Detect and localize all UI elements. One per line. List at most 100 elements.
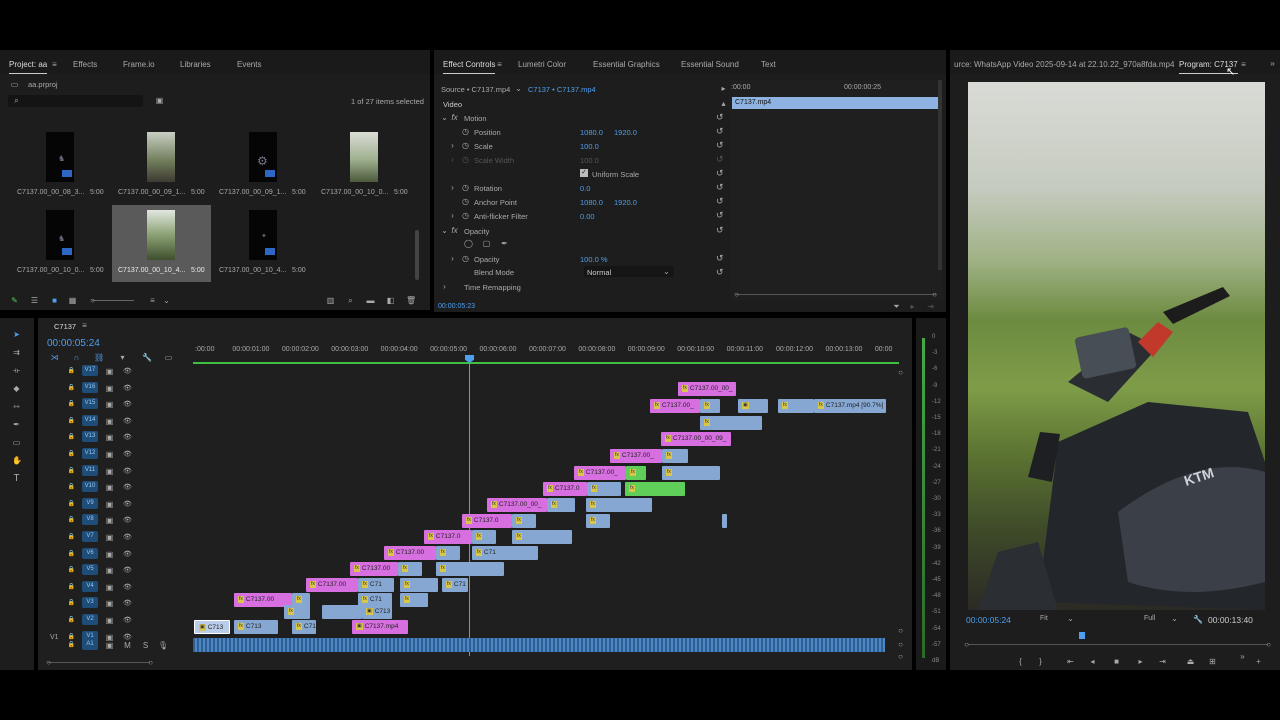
- audio-clip[interactable]: [193, 638, 885, 652]
- pen-tool-icon[interactable]: ✒: [12, 420, 21, 429]
- timeline-clip[interactable]: fx C7137.00: [384, 546, 436, 560]
- eye-icon[interactable]: 👁: [123, 550, 132, 559]
- track-target[interactable]: V17: [82, 365, 98, 376]
- timeline-clip[interactable]: fx: [472, 530, 496, 544]
- menu-icon[interactable]: ≡: [50, 60, 59, 69]
- sync-lock-icon[interactable]: ▣: [105, 516, 114, 525]
- mark-out-icon[interactable]: }: [1036, 657, 1045, 666]
- chevron-down-icon[interactable]: ⌄: [162, 296, 171, 305]
- eye-icon[interactable]: 👁: [123, 533, 132, 542]
- zoom-slider-handle[interactable]: ○: [88, 296, 97, 305]
- stop-icon[interactable]: ■: [1112, 657, 1121, 666]
- sync-lock-icon[interactable]: ▣: [105, 641, 114, 650]
- lock-icon[interactable]: 🔒: [67, 483, 76, 492]
- expand-icon[interactable]: ›: [440, 282, 449, 291]
- timeline-clip[interactable]: fx: [586, 498, 652, 512]
- lock-icon[interactable]: 🔒: [67, 583, 76, 592]
- menu-icon[interactable]: ≡: [1239, 60, 1248, 69]
- reset-icon[interactable]: ↺: [716, 226, 725, 235]
- reset-icon[interactable]: ↺: [716, 183, 725, 192]
- timeline-clip[interactable]: fx: [436, 546, 460, 560]
- timeline-clip[interactable]: fx: [662, 449, 688, 463]
- go-to-out-icon[interactable]: ⇥: [1158, 657, 1167, 666]
- eye-icon[interactable]: 👁: [123, 616, 132, 625]
- new-item-icon[interactable]: ◧: [386, 296, 395, 305]
- sync-lock-icon[interactable]: ▣: [105, 616, 114, 625]
- sync-lock-icon[interactable]: ▣: [105, 599, 114, 608]
- timeline-clip[interactable]: fx C7137.00: [350, 562, 398, 576]
- scroll-up-icon[interactable]: ▴: [719, 99, 728, 108]
- track-target[interactable]: V9: [82, 497, 98, 509]
- timeline-clip[interactable]: fx C71: [292, 620, 316, 634]
- timeline-clip[interactable]: fx: [284, 605, 310, 619]
- track-target[interactable]: V15: [82, 398, 98, 410]
- track-target[interactable]: V12: [82, 448, 98, 459]
- eye-icon[interactable]: 👁: [123, 367, 132, 376]
- ec-scroll-v[interactable]: [938, 80, 942, 270]
- tab-events[interactable]: Events: [237, 60, 261, 69]
- new-bin-icon[interactable]: ▬: [366, 296, 375, 305]
- position-x-value[interactable]: 1080.0: [580, 128, 603, 137]
- timeline-clip[interactable]: fx: [400, 578, 438, 592]
- lock-icon[interactable]: 🔒: [67, 533, 76, 542]
- timeline-clip[interactable]: [722, 514, 727, 528]
- h-scrollbar[interactable]: [48, 662, 150, 663]
- track-target[interactable]: V2: [82, 614, 98, 625]
- eye-icon[interactable]: 👁: [123, 500, 132, 509]
- mark-in-icon[interactable]: {: [1016, 657, 1025, 666]
- ellipse-mask-icon[interactable]: ◯: [464, 239, 473, 248]
- lock-icon[interactable]: 🔒: [67, 400, 76, 409]
- tab-effect-controls[interactable]: Effect Controls: [443, 60, 496, 74]
- timeline-clip[interactable]: fx: [512, 530, 572, 544]
- ec-scrollbar[interactable]: [736, 294, 936, 295]
- opacity-value[interactable]: 100.0 %: [580, 255, 608, 264]
- nest-icon[interactable]: ⋊: [50, 353, 59, 362]
- eye-icon[interactable]: 👁: [123, 583, 132, 592]
- tab-project[interactable]: Project: aa: [9, 60, 48, 74]
- reset-icon[interactable]: ↺: [716, 197, 725, 206]
- list-view-icon[interactable]: ☰: [30, 296, 39, 305]
- track-target[interactable]: V8: [82, 514, 98, 526]
- sync-lock-icon[interactable]: ▣: [105, 384, 114, 393]
- sync-lock-icon[interactable]: ▣: [105, 417, 114, 426]
- timeline-clip[interactable]: fx: [547, 498, 575, 512]
- clip-thumbnail[interactable]: ✦: [249, 210, 277, 260]
- razor-tool-icon[interactable]: ◆: [12, 384, 21, 393]
- timeline-clip[interactable]: fx C7137.0: [424, 530, 472, 544]
- collapse-icon[interactable]: ⌄: [440, 113, 449, 122]
- tab-effects[interactable]: Effects: [73, 60, 97, 69]
- zoom-slider[interactable]: [92, 300, 134, 301]
- lock-icon[interactable]: 🔒: [67, 433, 76, 442]
- clip-thumbnail[interactable]: ♞: [46, 210, 74, 260]
- clip-thumbnail[interactable]: ♞: [46, 132, 74, 182]
- linked-selection-icon[interactable]: ⛓: [94, 353, 104, 362]
- timeline-clip[interactable]: fx: [700, 399, 720, 413]
- expand-icon[interactable]: ›: [448, 211, 457, 220]
- timeline-clip[interactable]: fx C7137.00: [306, 578, 358, 592]
- sync-lock-icon[interactable]: ▣: [105, 400, 114, 409]
- program-video-frame[interactable]: KTM: [968, 82, 1265, 610]
- sequence-tab[interactable]: C7137: [54, 322, 76, 331]
- automate-sequence-icon[interactable]: ▥: [326, 296, 335, 305]
- zoom-handle-right[interactable]: ○: [1264, 640, 1273, 649]
- timeline-clip[interactable]: fx C7137.00_00_: [487, 498, 547, 512]
- v-scroll-handle[interactable]: ○: [896, 626, 905, 635]
- timeline-clip[interactable]: [322, 605, 362, 619]
- time-ruler[interactable]: :00:00 00:00:01:00 00:00:02:00 00:00:03:00 0…: [193, 344, 903, 362]
- tab-libraries[interactable]: Libraries: [180, 60, 211, 69]
- find-icon[interactable]: ⌕: [346, 296, 355, 305]
- mute-button[interactable]: M: [123, 641, 132, 650]
- eye-icon[interactable]: 👁: [123, 566, 132, 575]
- fit-dropdown[interactable]: Fit ⌄: [1038, 614, 1078, 625]
- v-scroll-handle[interactable]: ○: [896, 368, 905, 377]
- reset-icon[interactable]: ↺: [716, 268, 725, 277]
- solo-button[interactable]: S: [141, 641, 150, 650]
- eye-icon[interactable]: 👁: [123, 516, 132, 525]
- tab-frameio[interactable]: Frame.io: [123, 60, 155, 69]
- lock-icon[interactable]: 🔒: [67, 384, 76, 393]
- menu-icon[interactable]: ≡: [495, 60, 504, 69]
- tab-lumetri-color[interactable]: Lumetri Color: [518, 60, 566, 69]
- filter-icon[interactable]: ⏷: [892, 302, 901, 311]
- lock-icon[interactable]: 🔒: [67, 467, 76, 476]
- track-target[interactable]: V6: [82, 547, 98, 559]
